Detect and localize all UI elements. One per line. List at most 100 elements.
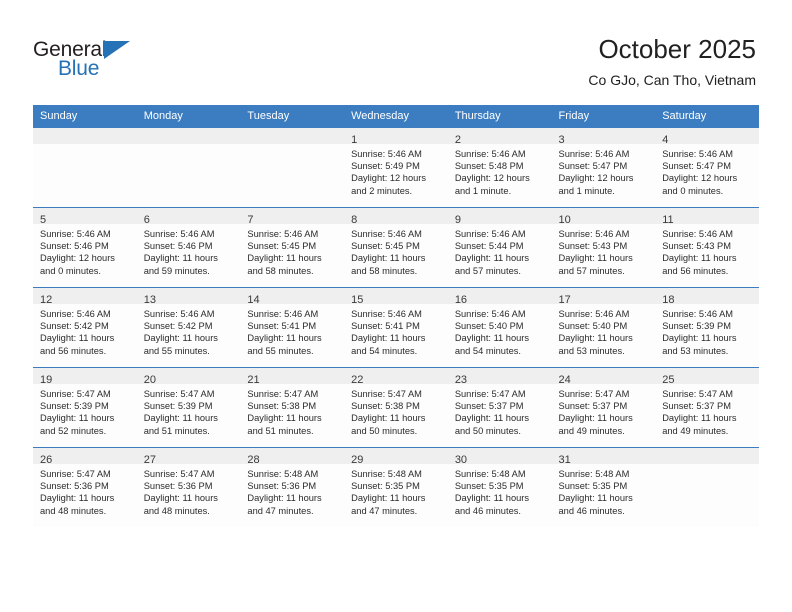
- calendar-day-cell[interactable]: 6 Sunrise: 5:46 AM Sunset: 5:46 PM Daylight…: [136, 207, 241, 288]
- day-number: 6: [143, 214, 150, 226]
- sunrise-text: Sunrise: 5:46 AM: [662, 229, 734, 239]
- calendar-day-cell[interactable]: 31 Sunrise: 5:48 AM Sunset: 5:35 PM Dayligh…: [551, 447, 656, 527]
- day-number: 14: [247, 294, 260, 306]
- day-number: 15: [351, 294, 364, 306]
- sunrise-text: Sunrise: 5:47 AM: [247, 389, 319, 399]
- sunset-text: Sunset: 5:40 PM: [454, 321, 524, 332]
- calendar-day-cell[interactable]: 21 Sunrise: 5:47 AM Sunset: 5:38 PM Dayligh…: [240, 367, 345, 448]
- calendar-day-cell[interactable]: 24 Sunrise: 5:47 AM Sunset: 5:37 PM Dayligh…: [551, 367, 656, 448]
- calendar-day-cell[interactable]: 26 Sunrise: 5:47 AM Sunset: 5:36 PM Dayligh…: [33, 447, 137, 527]
- calendar-day-cell[interactable]: 22 Sunrise: 5:47 AM Sunset: 5:38 PM Dayligh…: [344, 367, 448, 448]
- day-number: 1: [351, 134, 358, 146]
- day-number-band: 16: [447, 288, 552, 306]
- daylight-text-cont: and 1 minute.: [558, 185, 615, 196]
- day-number-band: [33, 128, 137, 144]
- daylight-text: Daylight: 11 hours: [558, 493, 633, 504]
- calendar-day-cell[interactable]: 29 Sunrise: 5:48 AM Sunset: 5:35 PM Dayligh…: [344, 447, 448, 527]
- sunset-text: Sunset: 5:36 PM: [40, 481, 109, 492]
- calendar-day-cell[interactable]: 12 Sunrise: 5:46 AM Sunset: 5:42 PM Dayligh…: [33, 287, 137, 368]
- sunrise-text: Sunrise: 5:46 AM: [454, 309, 526, 319]
- sunrise-text: Sunrise: 5:47 AM: [558, 389, 630, 399]
- calendar-day-cell[interactable]: 27 Sunrise: 5:47 AM Sunset: 5:36 PM Dayligh…: [136, 447, 241, 527]
- calendar-day-cell[interactable]: 9 Sunrise: 5:46 AM Sunset: 5:44 PM Daylight…: [447, 207, 552, 288]
- calendar-day-cell[interactable]: 16 Sunrise: 5:46 AM Sunset: 5:40 PM Dayligh…: [447, 287, 552, 368]
- daylight-text-cont: and 58 minutes.: [351, 265, 418, 276]
- sunset-text: Sunset: 5:35 PM: [454, 481, 524, 492]
- day-number-band: 25: [655, 368, 759, 386]
- sunset-text: Sunset: 5:46 PM: [40, 241, 109, 252]
- sunrise-text: Sunrise: 5:46 AM: [558, 309, 630, 319]
- calendar-day-cell[interactable]: 14 Sunrise: 5:46 AM Sunset: 5:41 PM Dayligh…: [240, 287, 345, 368]
- day-number: 11: [662, 214, 674, 226]
- day-number: 10: [558, 214, 571, 226]
- day-number: 19: [40, 374, 53, 386]
- daylight-text-cont: and 49 minutes.: [662, 425, 729, 436]
- daylight-text: Daylight: 11 hours: [247, 493, 322, 504]
- daylight-text: Daylight: 11 hours: [351, 493, 426, 504]
- day-details: Sunrise: 5:46 AM Sunset: 5:48 PM Daylight:…: [448, 144, 552, 197]
- day-details: Sunrise: 5:47 AM Sunset: 5:37 PM Daylight:…: [655, 384, 759, 437]
- daylight-text: Daylight: 11 hours: [143, 253, 218, 264]
- calendar-day-cell[interactable]: 7 Sunrise: 5:46 AM Sunset: 5:45 PM Daylight…: [240, 207, 345, 288]
- day-number-band: 21: [240, 368, 345, 386]
- day-number: 3: [558, 134, 565, 146]
- daylight-text: Daylight: 11 hours: [454, 413, 530, 424]
- day-number-band: 22: [344, 368, 448, 386]
- daylight-text-cont: and 0 minutes.: [662, 185, 724, 196]
- sunrise-text: Sunrise: 5:47 AM: [40, 389, 111, 399]
- daylight-text: Daylight: 12 hours: [558, 173, 634, 184]
- day-details: Sunrise: 5:46 AM Sunset: 5:45 PM Daylight:…: [240, 224, 344, 277]
- day-number: 25: [662, 374, 675, 386]
- daylight-text-cont: and 46 minutes.: [454, 505, 521, 516]
- calendar-day-cell[interactable]: 20 Sunrise: 5:47 AM Sunset: 5:39 PM Dayligh…: [136, 367, 241, 448]
- day-details: [137, 144, 241, 148]
- calendar-day-cell[interactable]: 15 Sunrise: 5:46 AM Sunset: 5:41 PM Dayligh…: [344, 287, 448, 368]
- day-number: 30: [454, 454, 468, 466]
- sunrise-text: Sunrise: 5:48 AM: [454, 469, 526, 479]
- day-number-band: 24: [551, 368, 656, 386]
- calendar-day-cell[interactable]: 17 Sunrise: 5:46 AM Sunset: 5:40 PM Dayligh…: [551, 287, 656, 368]
- day-details: Sunrise: 5:48 AM Sunset: 5:35 PM Daylight:…: [552, 464, 656, 517]
- calendar-day-cell[interactable]: 25 Sunrise: 5:47 AM Sunset: 5:37 PM Dayligh…: [655, 367, 759, 448]
- day-details: Sunrise: 5:47 AM Sunset: 5:38 PM Daylight:…: [344, 384, 448, 437]
- day-number: 26: [40, 454, 53, 466]
- sunset-text: Sunset: 5:42 PM: [40, 321, 109, 332]
- calendar-day-cell[interactable]: 3 Sunrise: 5:46 AM Sunset: 5:47 PM Daylight…: [551, 127, 656, 208]
- sunset-text: Sunset: 5:40 PM: [558, 321, 628, 332]
- calendar-day-cell[interactable]: 8 Sunrise: 5:46 AM Sunset: 5:45 PM Daylight…: [344, 207, 448, 288]
- day-details: Sunrise: 5:46 AM Sunset: 5:44 PM Daylight:…: [448, 224, 552, 277]
- sunset-text: Sunset: 5:37 PM: [662, 401, 731, 412]
- sunset-text: Sunset: 5:37 PM: [558, 401, 628, 412]
- calendar-day-cell[interactable]: 10 Sunrise: 5:46 AM Sunset: 5:43 PM Dayligh…: [551, 207, 656, 288]
- sunrise-text: Sunrise: 5:46 AM: [247, 309, 319, 319]
- calendar-day-cell[interactable]: 5 Sunrise: 5:46 AM Sunset: 5:46 PM Daylight…: [33, 207, 137, 288]
- calendar-day-cell[interactable]: 11 Sunrise: 5:46 AM Sunset: 5:43 PM Dayligh…: [655, 207, 759, 288]
- calendar-day-cell[interactable]: 23 Sunrise: 5:47 AM Sunset: 5:37 PM Dayligh…: [447, 367, 552, 448]
- sunrise-text: Sunrise: 5:46 AM: [143, 309, 215, 319]
- sunset-text: Sunset: 5:41 PM: [351, 321, 420, 332]
- sunset-text: Sunset: 5:35 PM: [558, 481, 628, 492]
- day-details: Sunrise: 5:47 AM Sunset: 5:37 PM Daylight:…: [552, 384, 656, 437]
- sunrise-text: Sunrise: 5:46 AM: [351, 149, 422, 159]
- daylight-text-cont: and 0 minutes.: [40, 265, 101, 276]
- day-details: Sunrise: 5:47 AM Sunset: 5:37 PM Daylight:…: [448, 384, 552, 437]
- day-number: 4: [662, 134, 669, 146]
- day-number-band: 19: [33, 368, 137, 386]
- calendar-day-cell[interactable]: 30 Sunrise: 5:48 AM Sunset: 5:35 PM Dayligh…: [447, 447, 552, 527]
- calendar-day-cell[interactable]: 1 Sunrise: 5:46 AM Sunset: 5:49 PM Daylight…: [344, 127, 448, 208]
- day-number-band: 1: [344, 128, 448, 146]
- calendar-day-cell[interactable]: 2 Sunrise: 5:46 AM Sunset: 5:48 PM Daylight…: [447, 127, 552, 208]
- calendar-day-cell[interactable]: 4 Sunrise: 5:46 AM Sunset: 5:47 PM Daylight…: [655, 127, 759, 208]
- day-number-band: 29: [344, 448, 448, 466]
- general-blue-logo: General Blue: [33, 38, 173, 84]
- daylight-text-cont: and 51 minutes.: [143, 425, 210, 436]
- calendar-week-row: 26 Sunrise: 5:47 AM Sunset: 5:36 PM Dayligh…: [33, 447, 759, 527]
- daylight-text: Daylight: 11 hours: [351, 333, 426, 344]
- calendar-day-cell[interactable]: 18 Sunrise: 5:46 AM Sunset: 5:39 PM Dayligh…: [655, 287, 759, 368]
- sunset-text: Sunset: 5:38 PM: [351, 401, 420, 412]
- sunset-text: Sunset: 5:36 PM: [247, 481, 317, 492]
- calendar-day-cell[interactable]: 13 Sunrise: 5:46 AM Sunset: 5:42 PM Dayligh…: [136, 287, 241, 368]
- calendar-day-cell[interactable]: 28 Sunrise: 5:48 AM Sunset: 5:36 PM Dayligh…: [240, 447, 345, 527]
- daylight-text-cont: and 47 minutes.: [247, 505, 314, 516]
- calendar-day-cell[interactable]: 19 Sunrise: 5:47 AM Sunset: 5:39 PM Dayligh…: [33, 367, 137, 448]
